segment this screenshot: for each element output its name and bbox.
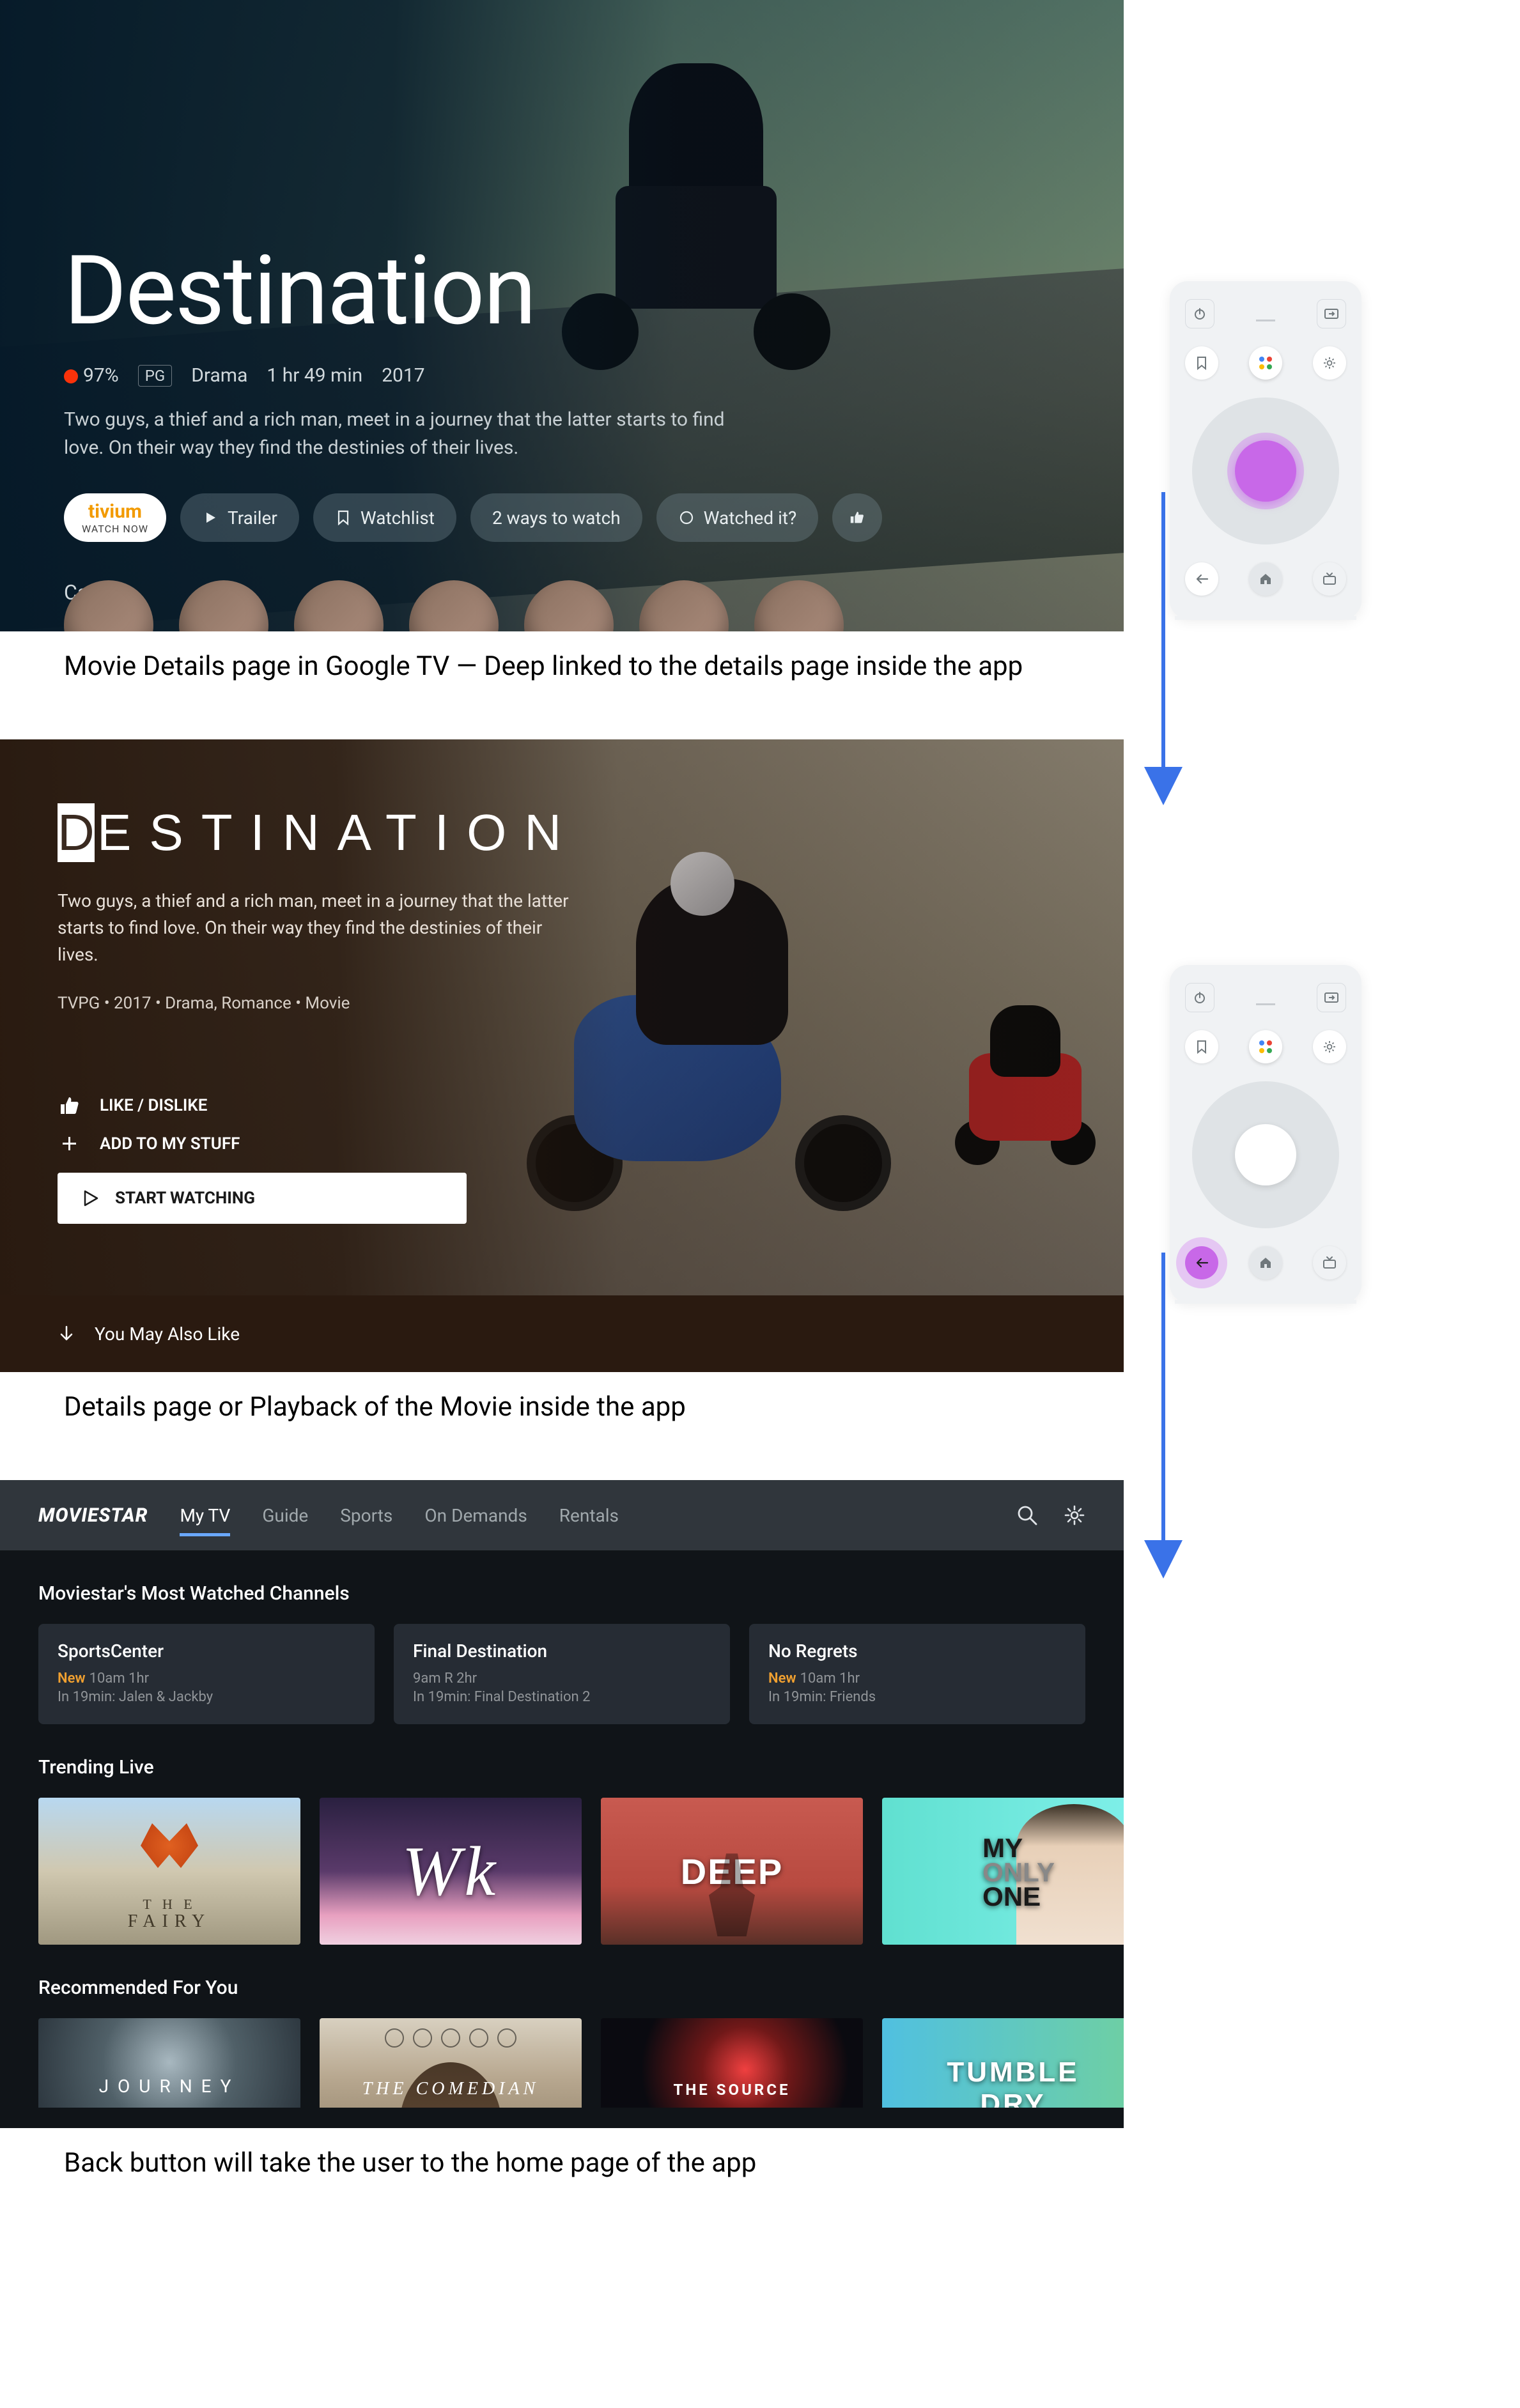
movie-description: Two guys, a thief and a rich man, meet i… (64, 406, 735, 461)
dpad-select-highlighted[interactable] (1235, 440, 1296, 502)
metadata-row: 97% PG Drama 1 hr 49 min 2017 (64, 364, 1060, 387)
tile-source[interactable]: THE SOURCE (601, 2018, 863, 2108)
gear-icon[interactable] (1064, 1504, 1085, 1526)
channels-heading: Moviestar's Most Watched Channels (0, 1550, 1124, 1624)
start-watching-button[interactable]: START WATCHING (58, 1173, 467, 1224)
tab-my-tv[interactable]: My TV (180, 1481, 230, 1550)
app-home-screen: MOVIESTAR My TV Guide Sports On Demands … (0, 1480, 1124, 2128)
back-button-highlighted[interactable] (1185, 1246, 1218, 1279)
tab-on-demands[interactable]: On Demands (424, 1481, 527, 1550)
app-movie-description: Two guys, a thief and a rich man, meet i… (58, 888, 582, 968)
caption-screen3: Back button will take the user to the ho… (0, 2128, 1124, 2236)
trending-heading: Trending Live (0, 1724, 1124, 1798)
bookmark-button[interactable] (1185, 346, 1218, 380)
tile-wk[interactable]: Wk (320, 1798, 582, 1945)
tile-journey[interactable]: JOURNEY (38, 2018, 300, 2108)
dpad[interactable] (1192, 1081, 1339, 1228)
app-logo: MOVIESTAR (38, 1504, 148, 1527)
bookmark-button[interactable] (1185, 1030, 1218, 1063)
nav-tabs: My TV Guide Sports On Demands Rentals (180, 1481, 619, 1550)
top-bar: MOVIESTAR My TV Guide Sports On Demands … (0, 1480, 1124, 1550)
ways-to-watch-button[interactable]: 2 ways to watch (470, 493, 642, 542)
like-dislike-button[interactable]: LIKE / DISLIKE (58, 1096, 582, 1115)
dpad-select[interactable] (1235, 1124, 1296, 1185)
bookmark-icon (335, 509, 352, 526)
butterfly-icon (141, 1823, 198, 1868)
home-button[interactable] (1249, 562, 1282, 596)
channel-card[interactable]: Final Destination 9am R 2hr In 19min: Fi… (394, 1624, 730, 1724)
more-button[interactable] (832, 493, 882, 542)
action-button-row: tivium WATCH NOW Trailer Watchlist 2 way… (64, 493, 1060, 542)
tab-guide[interactable]: Guide (262, 1481, 308, 1550)
tile-my-one[interactable]: MYONLYONE (882, 1798, 1124, 1945)
settings-button[interactable] (1313, 346, 1346, 380)
tv-remote-1 (1170, 281, 1361, 619)
app-movie-title: DESTINATION (58, 803, 582, 862)
play-icon (83, 1190, 98, 1207)
watched-it-button[interactable]: Watched it? (656, 493, 819, 542)
rt-score: 97% (64, 364, 119, 387)
google-tv-details-screen: Destination 97% PG Drama 1 hr 49 min 201… (0, 0, 1124, 631)
tile-fairy[interactable]: T H E FAIRY (38, 1798, 300, 1945)
genre-label: Drama (191, 364, 247, 387)
back-button[interactable] (1185, 562, 1218, 596)
watch-now-button[interactable]: tivium WATCH NOW (64, 493, 166, 542)
caption-screen2: Details page or Playback of the Movie in… (0, 1372, 1124, 1480)
tab-rentals[interactable]: Rentals (559, 1481, 619, 1550)
input-button[interactable] (1317, 299, 1346, 328)
live-tv-button[interactable] (1313, 562, 1346, 596)
app-details-screen: DESTINATION Two guys, a thief and a rich… (0, 739, 1124, 1372)
chevron-down-icon (58, 1325, 75, 1343)
channel-cards: SportsCenter New10am 1hr In 19min: Jalen… (0, 1624, 1124, 1724)
movie-title: Destination (64, 243, 1060, 339)
cast-avatars (64, 580, 1124, 631)
plus-icon (58, 1135, 81, 1153)
circle-outline-icon (678, 509, 695, 526)
runtime-label: 1 hr 49 min (267, 364, 362, 387)
settings-button[interactable] (1313, 1030, 1346, 1063)
rating-chip: PG (138, 365, 173, 387)
search-icon[interactable] (1016, 1504, 1038, 1526)
tile-deep[interactable]: DEEP (601, 1798, 863, 1945)
recommended-heading: Recommended For You (0, 1945, 1124, 2018)
live-tv-button[interactable] (1313, 1246, 1346, 1279)
tv-remote-2 (1170, 965, 1361, 1302)
add-to-stuff-button[interactable]: ADD TO MY STUFF (58, 1134, 582, 1154)
channel-card[interactable]: SportsCenter New10am 1hr In 19min: Jalen… (38, 1624, 375, 1724)
you-may-also-like-row[interactable]: You May Also Like (0, 1295, 1124, 1372)
assistant-button[interactable] (1249, 346, 1282, 380)
year-label: 2017 (382, 364, 424, 387)
tile-tumble-dry[interactable]: TUMBLEDRY (882, 2018, 1124, 2108)
thumbs-icon (849, 509, 865, 526)
play-icon (202, 509, 219, 526)
recommended-tiles: JOURNEY THE COMEDIAN THE SOURCE TUMBLEDR… (0, 2018, 1124, 2108)
tile-comedian[interactable]: THE COMEDIAN (320, 2018, 582, 2108)
flow-arrow-2 (1144, 1253, 1183, 1572)
power-button[interactable] (1185, 299, 1214, 328)
thumb-up-icon (58, 1096, 81, 1115)
trailer-button[interactable]: Trailer (180, 493, 299, 542)
assistant-button[interactable] (1249, 1030, 1282, 1063)
watchlist-button[interactable]: Watchlist (313, 493, 456, 542)
tab-sports[interactable]: Sports (340, 1481, 392, 1550)
dpad[interactable] (1192, 397, 1339, 544)
app-movie-meta: TVPG • 2017 • Drama, Romance • Movie (58, 994, 582, 1013)
input-button[interactable] (1317, 983, 1346, 1012)
flow-arrow-1 (1144, 492, 1183, 799)
trending-tiles: T H E FAIRY Wk DEEP MYONLYONE (0, 1798, 1124, 1945)
channel-card[interactable]: No Regrets New10am 1hr In 19min: Friends (749, 1624, 1085, 1724)
caption-screen1: Movie Details page in Google TV — Deep l… (0, 631, 1124, 739)
power-button[interactable] (1185, 983, 1214, 1012)
home-button[interactable] (1249, 1246, 1282, 1279)
